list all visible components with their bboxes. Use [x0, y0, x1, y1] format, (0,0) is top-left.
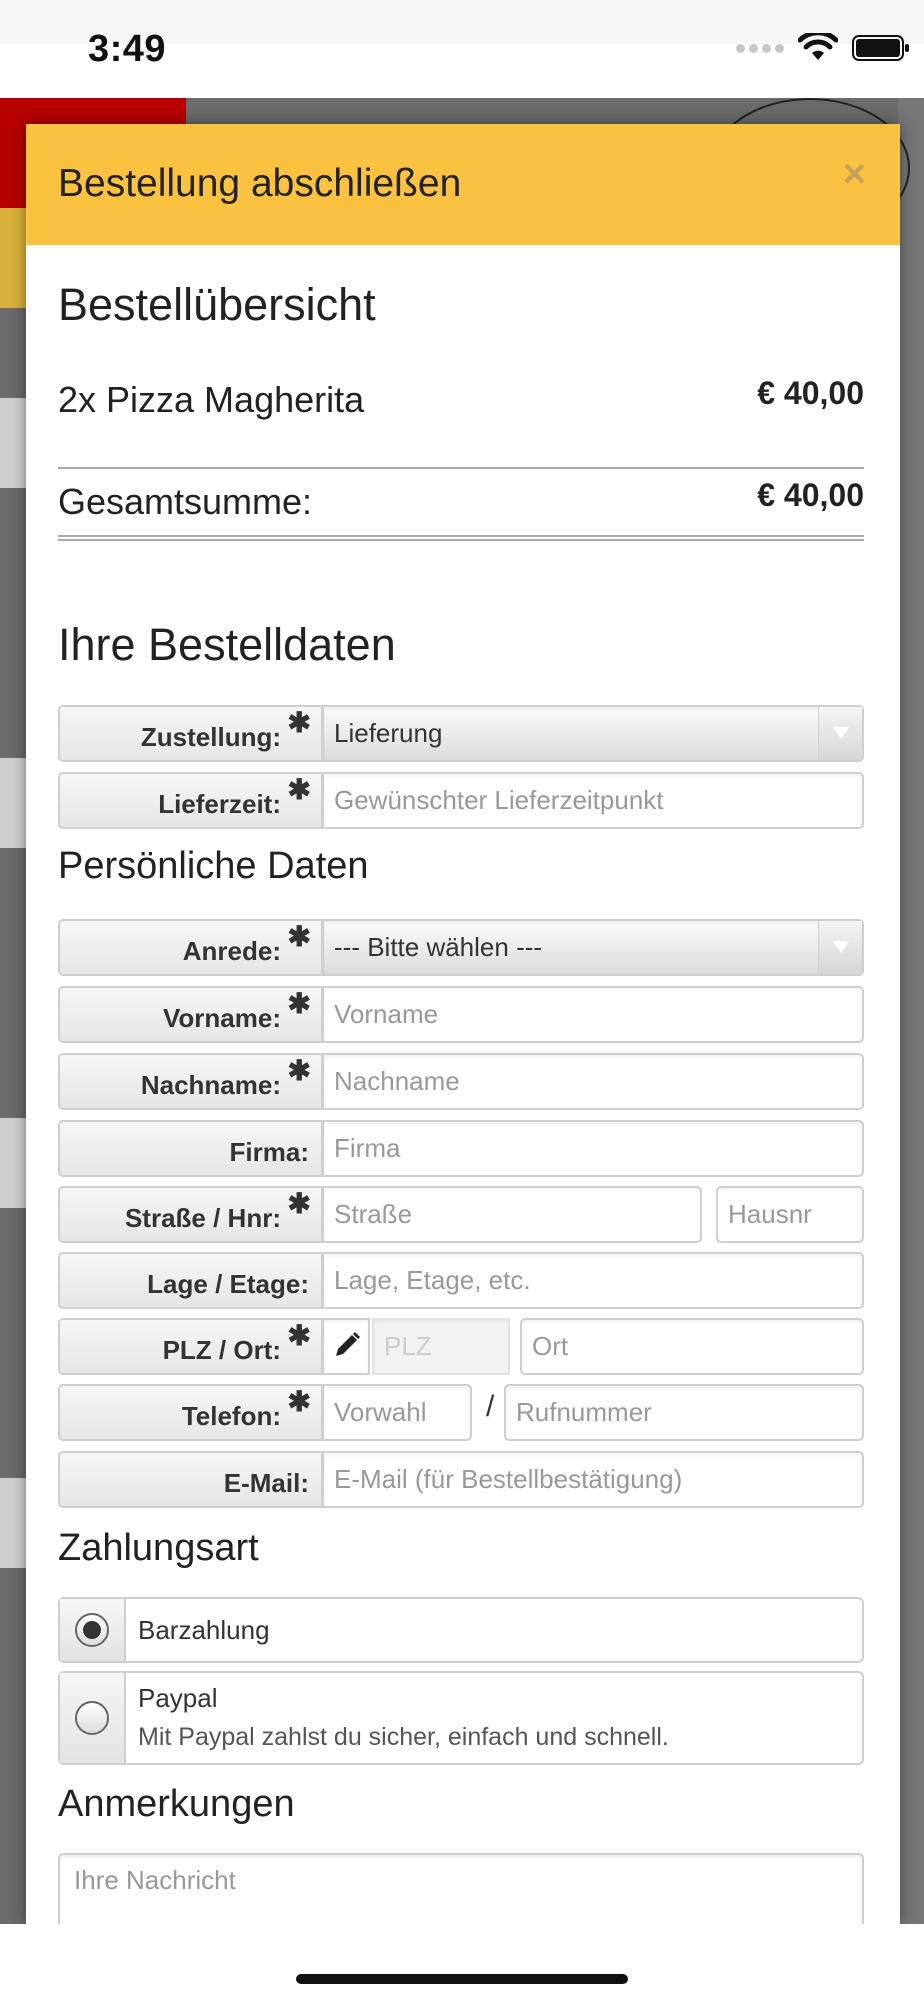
payment-heading: Zahlungsart: [58, 1527, 259, 1569]
anrede-select[interactable]: --- Bitte wählen ---: [322, 919, 864, 976]
vorwahl-input[interactable]: Vorwahl: [322, 1384, 472, 1441]
email-label: E-Mail:: [58, 1451, 323, 1508]
battery-icon: [852, 35, 909, 61]
strasse-label: Straße / Hnr: ✱: [58, 1186, 323, 1243]
wifi-icon: [798, 33, 838, 60]
total-double-divider: [58, 535, 864, 541]
order-data-heading: Ihre Bestelldaten: [58, 619, 396, 670]
chevron-down-icon: [818, 707, 862, 760]
firma-input[interactable]: Firma: [322, 1120, 864, 1177]
required-mark: ✱: [287, 988, 311, 1019]
radio-paypal[interactable]: [75, 1701, 109, 1735]
payment-option-paypal[interactable]: Paypal Mit Paypal zahlst du sicher, einf…: [58, 1671, 864, 1765]
anrede-row: Anrede: ✱ --- Bitte wählen ---: [58, 919, 864, 976]
nachname-row: Nachname: ✱ Nachname: [58, 1053, 864, 1110]
notes-heading: Anmerkungen: [58, 1783, 295, 1825]
lage-row: Lage / Etage: Lage, Etage, etc.: [58, 1252, 864, 1309]
required-mark: ✱: [287, 1055, 311, 1086]
status-bar: 3:49: [0, 0, 924, 98]
summary-divider: [58, 467, 864, 469]
required-mark: ✱: [287, 707, 311, 738]
vorname-input[interactable]: Vorname: [322, 986, 864, 1043]
lage-input[interactable]: Lage, Etage, etc.: [322, 1252, 864, 1309]
pencil-icon[interactable]: [322, 1318, 370, 1375]
home-indicator-area: [0, 1924, 924, 2000]
vorname-row: Vorname: ✱ Vorname: [58, 986, 864, 1043]
zustellung-label: Zustellung: ✱: [58, 705, 323, 762]
close-icon[interactable]: ×: [843, 152, 866, 197]
required-mark: ✱: [287, 1188, 311, 1219]
firma-row: Firma: Firma: [58, 1120, 864, 1177]
payment-option-cash[interactable]: Barzahlung: [58, 1597, 864, 1663]
strasse-row: Straße / Hnr: ✱ Straße Hausnr: [58, 1186, 864, 1243]
radio-cell: [60, 1673, 126, 1763]
telefon-row: Telefon: ✱ Vorwahl / Rufnummer: [58, 1384, 864, 1441]
telefon-label: Telefon: ✱: [58, 1384, 323, 1441]
personal-data-heading: Persönliche Daten: [58, 845, 369, 887]
email-input[interactable]: E-Mail (für Bestellbestätigung): [322, 1451, 864, 1508]
total-value: € 40,00: [757, 477, 864, 513]
summary-item-row: 2x Pizza Magherita € 40,00: [58, 375, 864, 429]
chevron-down-icon: [818, 921, 862, 974]
payment-paypal-title: Paypal: [138, 1683, 218, 1713]
nachname-input[interactable]: Nachname: [322, 1053, 864, 1110]
zustellung-row: Zustellung: ✱ Lieferung: [58, 705, 864, 762]
status-time: 3:49: [88, 28, 167, 70]
lieferzeit-label: Lieferzeit: ✱: [58, 772, 323, 829]
modal-title: Bestellung abschließen: [58, 162, 462, 205]
required-mark: ✱: [287, 921, 311, 952]
required-mark: ✱: [287, 1386, 311, 1417]
checkout-modal: Bestellung abschließen × Bestellübersich…: [26, 124, 900, 1924]
summary-item-label: 2x Pizza Magherita: [58, 379, 365, 420]
total-label: Gesamtsumme:: [58, 481, 313, 522]
hausnr-input[interactable]: Hausnr: [716, 1186, 864, 1243]
modal-header: Bestellung abschließen ×: [26, 124, 900, 245]
summary-total-row: Gesamtsumme: € 40,00: [58, 477, 864, 531]
zustellung-select[interactable]: Lieferung: [322, 705, 864, 762]
status-icons: [736, 33, 910, 63]
payment-paypal-description: Mit Paypal zahlst du sicher, einfach und…: [138, 1723, 669, 1751]
nachname-label: Nachname: ✱: [58, 1053, 323, 1110]
phone-separator: /: [486, 1390, 495, 1423]
vorname-label: Vorname: ✱: [58, 986, 323, 1043]
notes-textarea[interactable]: Ihre Nachricht: [58, 1853, 864, 1924]
background-right-column: [898, 98, 924, 1924]
lage-label: Lage / Etage:: [58, 1252, 323, 1309]
lieferzeit-input[interactable]: Gewünschter Lieferzeitpunkt: [322, 772, 864, 829]
signal-dots-icon: [736, 43, 784, 53]
email-row: E-Mail: E-Mail (für Bestellbestätigung): [58, 1451, 864, 1508]
required-mark: ✱: [287, 774, 311, 805]
summary-item-price: € 40,00: [757, 375, 864, 411]
rufnummer-input[interactable]: Rufnummer: [504, 1384, 864, 1441]
strasse-input[interactable]: Straße: [322, 1186, 702, 1243]
plz-label: PLZ / Ort: ✱: [58, 1318, 323, 1375]
ort-input[interactable]: Ort: [520, 1318, 864, 1375]
home-indicator[interactable]: [296, 1974, 628, 1984]
firma-label: Firma:: [58, 1120, 323, 1177]
summary-heading: Bestellübersicht: [58, 279, 376, 330]
payment-cash-title: Barzahlung: [138, 1615, 270, 1645]
lieferzeit-row: Lieferzeit: ✱ Gewünschter Lieferzeitpunkt: [58, 772, 864, 829]
anrede-label: Anrede: ✱: [58, 919, 323, 976]
radio-cash[interactable]: [75, 1613, 109, 1647]
required-mark: ✱: [287, 1320, 311, 1351]
plz-input[interactable]: PLZ: [372, 1318, 510, 1375]
radio-cell: [60, 1599, 126, 1661]
plz-row: PLZ / Ort: ✱ PLZ Ort: [58, 1318, 864, 1375]
